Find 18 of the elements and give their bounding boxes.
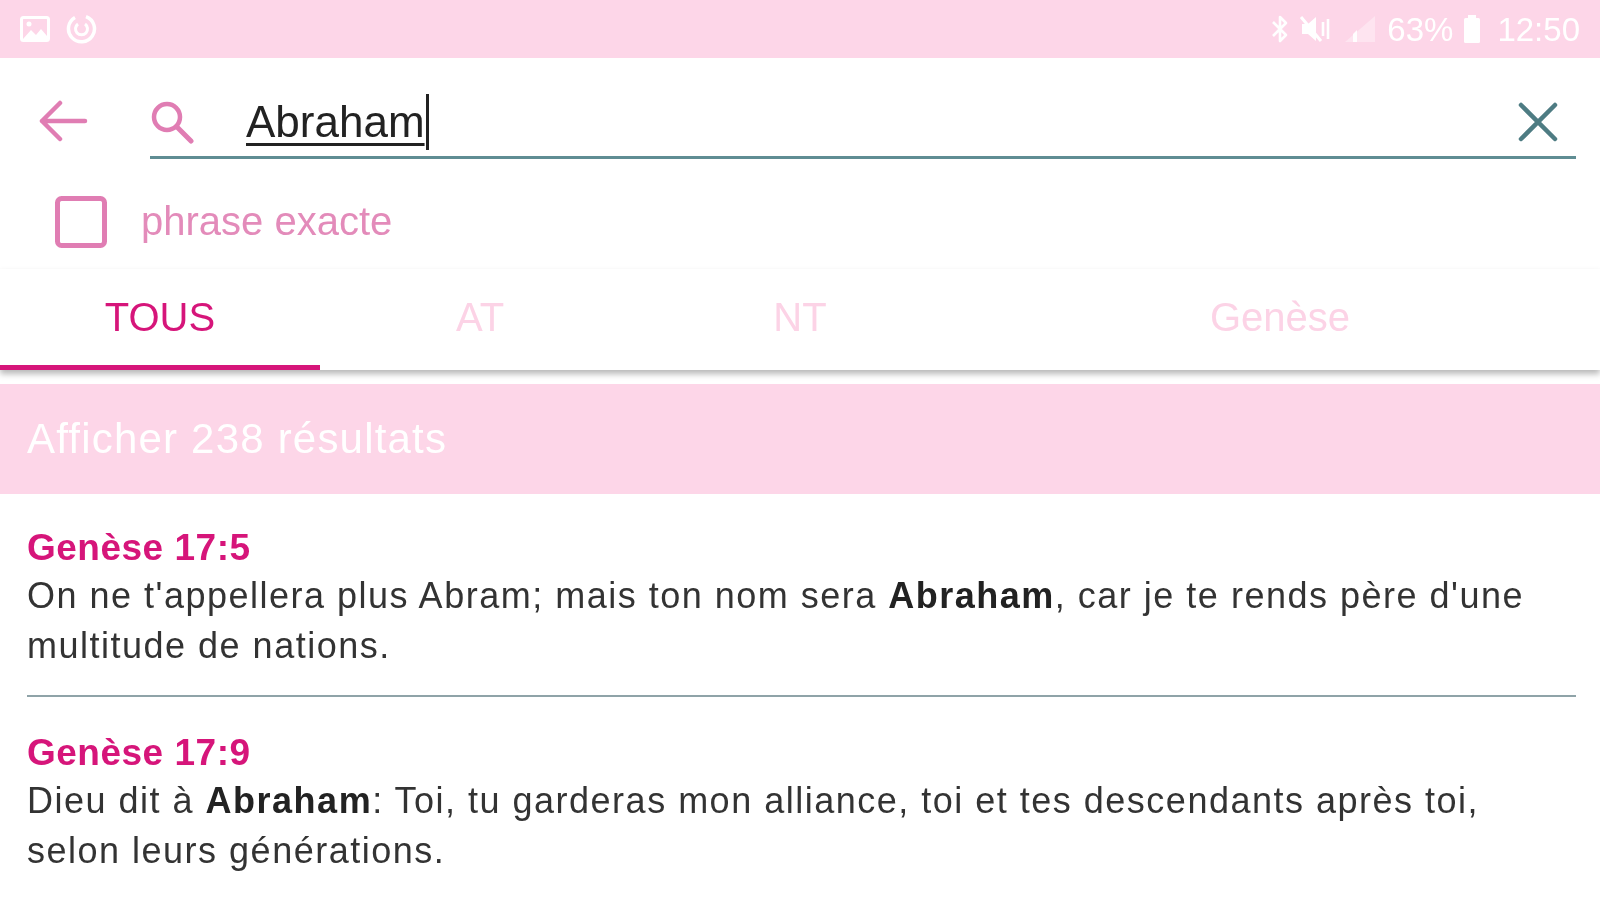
bluetooth-icon	[1271, 14, 1290, 45]
checkbox-label: phrase exacte	[141, 199, 393, 245]
image-icon	[20, 16, 50, 43]
verse-text: On ne t'appellera plus Abram; mais ton nom sera Abraham, car je te rends père d'une multitude de nations.	[27, 574, 1525, 668]
checkbox[interactable]	[55, 195, 107, 248]
verse-reference: Genèse 17:5	[27, 526, 251, 570]
verse-reference: Genèse 17:9	[27, 731, 251, 775]
back-arrow-icon	[38, 100, 88, 143]
search-icon	[150, 99, 194, 144]
signal-bars-icon	[1343, 14, 1378, 45]
search-field[interactable]: Abraham	[150, 79, 1576, 160]
clear-button[interactable]	[1518, 101, 1558, 142]
ring-icon	[66, 13, 98, 46]
back-button[interactable]	[38, 100, 88, 143]
tab[interactable]: TOUS	[0, 269, 320, 370]
verse-text: Dieu dit à Abraham: Toi, tu garderas mon alliance, toi et tes descendants après toi, selon leurs générations.	[27, 779, 1481, 873]
battery-icon	[1463, 14, 1482, 45]
close-icon	[1518, 101, 1558, 142]
